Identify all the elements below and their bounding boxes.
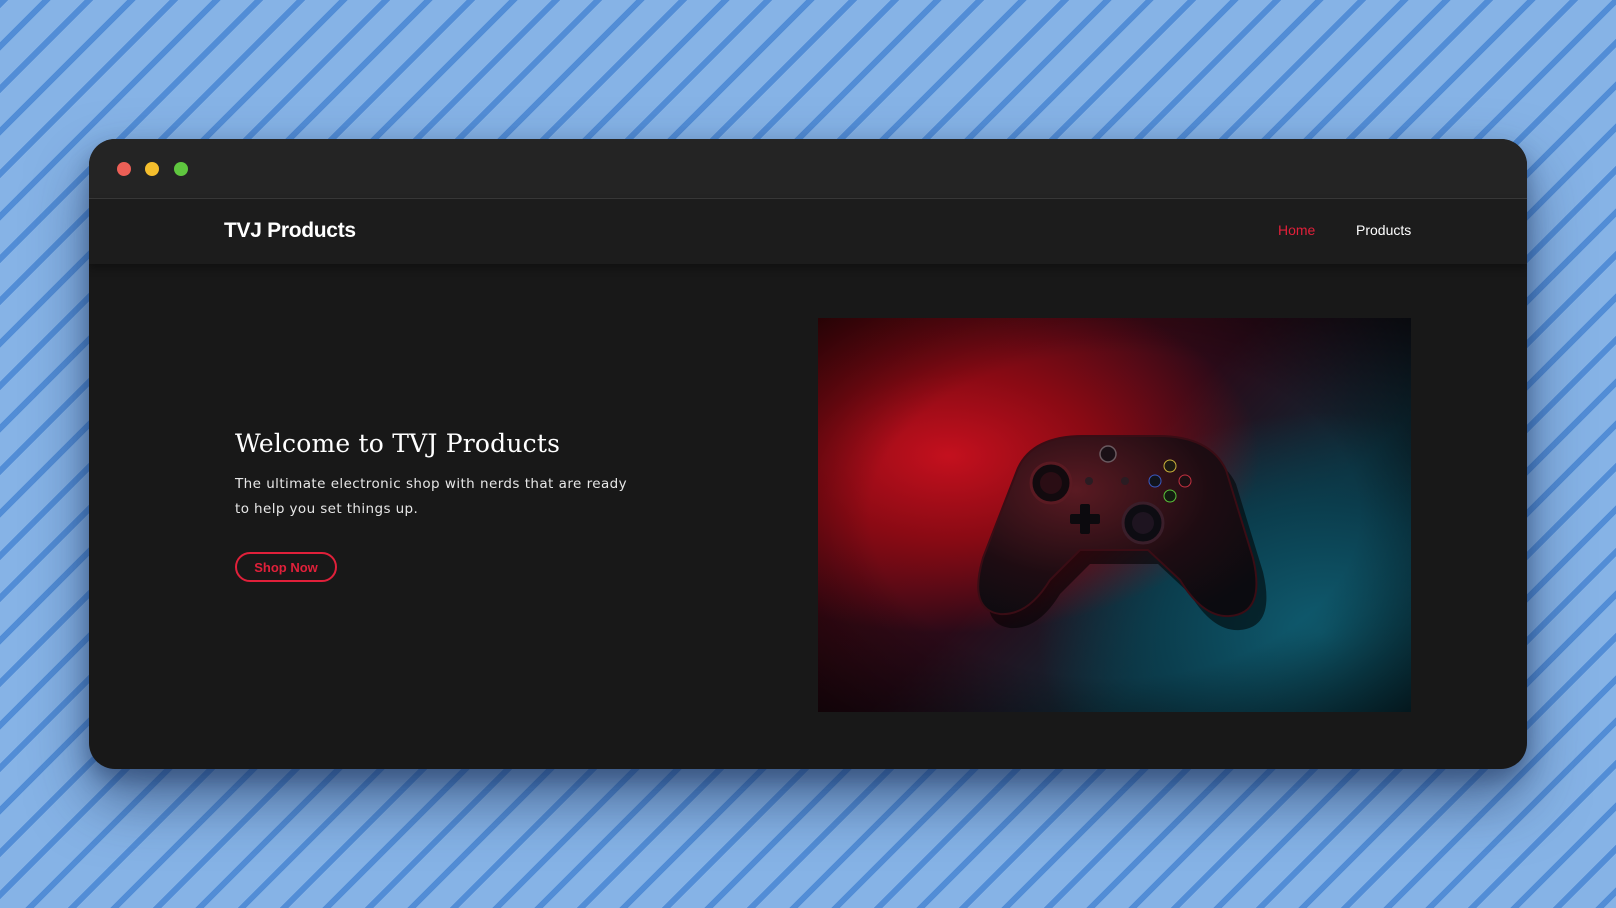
close-icon[interactable]: [117, 162, 131, 176]
site-navbar: TVJ Products Home Products: [89, 199, 1527, 264]
shop-now-button[interactable]: Shop Now: [235, 552, 337, 582]
minimize-icon[interactable]: [145, 162, 159, 176]
nav-link-products[interactable]: Products: [1356, 222, 1411, 238]
game-controller-image: [818, 318, 1411, 712]
site-brand[interactable]: TVJ Products: [224, 219, 356, 243]
window-titlebar: [89, 139, 1527, 199]
nav-link-home[interactable]: Home: [1278, 222, 1315, 238]
browser-window: TVJ Products Home Products Welcome to TV…: [89, 139, 1527, 769]
maximize-icon[interactable]: [174, 162, 188, 176]
hero-description: The ultimate electronic shop with nerds …: [235, 476, 627, 517]
game-controller-illustration: [818, 318, 1411, 712]
hero-title: Welcome to TVJ Products: [235, 429, 561, 458]
